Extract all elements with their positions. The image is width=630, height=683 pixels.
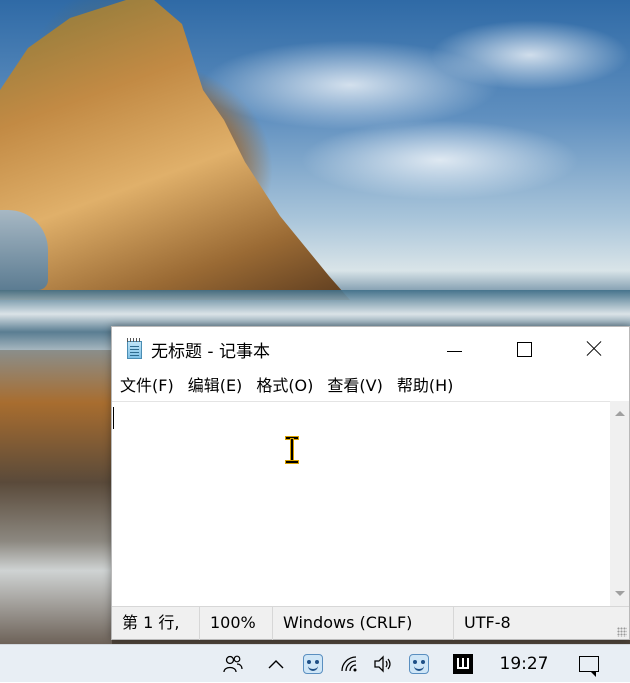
taskbar-clock[interactable]: 19:27 bbox=[492, 645, 556, 683]
vertical-scrollbar[interactable] bbox=[610, 401, 629, 606]
tray-app-button-2[interactable] bbox=[404, 645, 434, 683]
taskbar: 19:27 bbox=[0, 644, 630, 682]
notepad-window[interactable]: 无标题 - 记事本 文件(F) 编辑(E) 格式(O) 查看(V) 帮助(H) … bbox=[111, 326, 630, 640]
menu-help[interactable]: 帮助(H) bbox=[390, 371, 461, 401]
wallpaper-cloud bbox=[300, 120, 580, 200]
ibeam-cursor-icon bbox=[286, 437, 298, 463]
text-editor-area[interactable] bbox=[112, 401, 610, 606]
volume-icon bbox=[374, 655, 391, 673]
people-button[interactable] bbox=[218, 645, 248, 683]
close-icon bbox=[586, 341, 602, 357]
text-caret bbox=[113, 407, 114, 429]
minimize-button[interactable] bbox=[419, 327, 489, 371]
people-icon bbox=[223, 655, 243, 673]
notification-icon bbox=[579, 656, 599, 677]
status-encoding: UTF-8 bbox=[464, 612, 511, 632]
wallpaper-beach bbox=[0, 350, 112, 644]
status-bar: 第 1 行, 100% Windows (CRLF) UTF-8 bbox=[112, 606, 629, 640]
window-title: 无标题 - 记事本 bbox=[151, 341, 270, 362]
tray-app-icon bbox=[409, 654, 429, 674]
network-button[interactable] bbox=[337, 645, 363, 683]
menu-bar: 文件(F) 编辑(E) 格式(O) 查看(V) 帮助(H) bbox=[112, 371, 629, 401]
chevron-up-icon bbox=[268, 660, 284, 669]
title-bar[interactable]: 无标题 - 记事本 bbox=[112, 327, 629, 371]
maximize-button[interactable] bbox=[489, 327, 559, 371]
status-zoom: 100% bbox=[200, 606, 273, 640]
ime-icon bbox=[453, 654, 473, 674]
menu-file[interactable]: 文件(F) bbox=[112, 371, 181, 401]
maximize-icon bbox=[516, 341, 532, 357]
action-center-button[interactable] bbox=[573, 645, 605, 683]
notepad-icon-rings bbox=[127, 338, 142, 342]
menu-edit[interactable]: 编辑(E) bbox=[181, 371, 250, 401]
ibeam-cursor-bottom bbox=[286, 461, 298, 463]
scroll-up-arrow-icon[interactable] bbox=[615, 411, 625, 416]
status-line-ending: Windows (CRLF) bbox=[273, 606, 454, 640]
tray-app-icon bbox=[303, 654, 323, 674]
status-line-position: 第 1 行, bbox=[112, 606, 200, 640]
menu-format[interactable]: 格式(O) bbox=[249, 371, 320, 401]
tray-app-button[interactable] bbox=[298, 645, 328, 683]
scroll-down-arrow-icon[interactable] bbox=[615, 591, 625, 596]
close-button[interactable] bbox=[559, 327, 629, 371]
notepad-icon-pad bbox=[127, 341, 142, 359]
show-hidden-icons-button[interactable] bbox=[264, 645, 288, 683]
ibeam-cursor-stem bbox=[291, 439, 293, 461]
wallpaper-cloud bbox=[430, 20, 630, 90]
resize-grip-icon[interactable] bbox=[617, 627, 627, 637]
wifi-icon bbox=[341, 656, 357, 672]
volume-button[interactable] bbox=[370, 645, 396, 683]
notepad-icon[interactable] bbox=[125, 338, 145, 360]
menu-view[interactable]: 查看(V) bbox=[320, 371, 389, 401]
input-method-button[interactable] bbox=[450, 645, 476, 683]
minimize-icon bbox=[446, 350, 462, 352]
